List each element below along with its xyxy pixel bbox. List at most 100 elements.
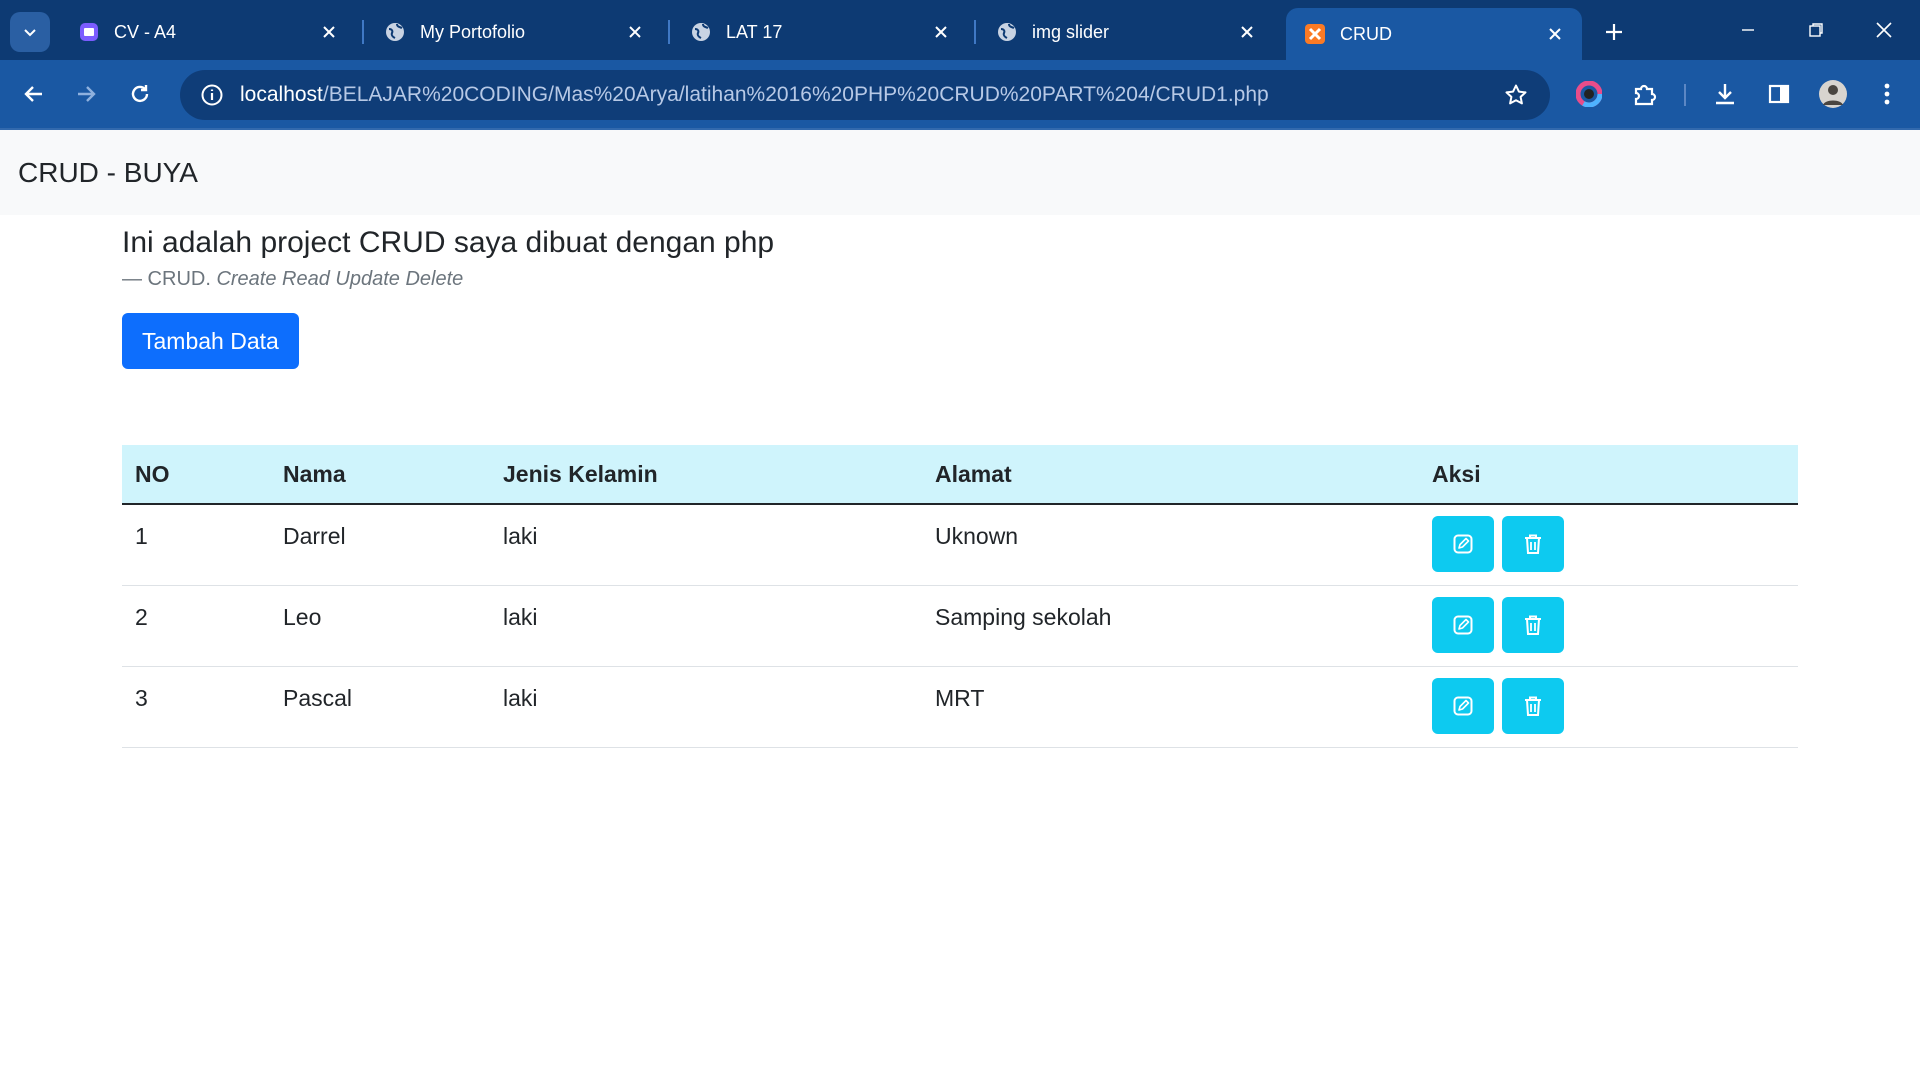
- table-row: 3 Pascal laki MRT: [122, 667, 1798, 748]
- tab-separator: [668, 20, 670, 44]
- tab-img-slider[interactable]: img slider: [978, 12, 1274, 52]
- puzzle-icon: [1634, 84, 1657, 106]
- side-panel-button[interactable]: [1759, 74, 1799, 114]
- tab-title: CRUD: [1340, 23, 1392, 44]
- add-data-button[interactable]: Tambah Data: [122, 313, 299, 369]
- forward-button[interactable]: [66, 74, 106, 114]
- plus-icon: [1606, 24, 1622, 40]
- bookmark-star-icon[interactable]: [1498, 77, 1534, 113]
- close-icon: [1876, 22, 1892, 38]
- restore-button[interactable]: [1786, 10, 1846, 50]
- main-container: Ini adalah project CRUD saya dibuat deng…: [122, 215, 1798, 748]
- data-table: NO Nama Jenis Kelamin Alamat Aksi 1 Darr…: [122, 445, 1798, 748]
- header-jenis-kelamin: Jenis Kelamin: [503, 460, 658, 487]
- delete-button[interactable]: [1502, 678, 1564, 734]
- close-icon[interactable]: [1234, 19, 1260, 45]
- tab-title: LAT 17: [726, 21, 783, 42]
- reload-button[interactable]: [120, 74, 160, 114]
- chevron-down-icon: [24, 29, 36, 37]
- header-nama: Nama: [283, 460, 346, 487]
- globe-icon: [996, 21, 1018, 43]
- minimize-icon: [1742, 29, 1754, 31]
- downloads-button[interactable]: [1705, 74, 1745, 114]
- cell-no: 1: [135, 523, 148, 549]
- cell-no: 3: [135, 685, 148, 711]
- cell-alamat: Uknown: [935, 523, 1019, 549]
- tab-cv[interactable]: CV - A4: [60, 12, 356, 52]
- footer-cite: Create Read Update Delete: [216, 268, 464, 290]
- cell-aksi: [1432, 586, 1798, 653]
- reload-icon: [131, 85, 149, 103]
- cell-jenis-kelamin: laki: [503, 523, 538, 549]
- cell-nama: Pascal: [283, 685, 353, 711]
- close-icon[interactable]: [928, 19, 954, 45]
- table-row: 2 Leo laki Samping sekolah: [122, 586, 1798, 667]
- cell-alamat: Samping sekolah: [935, 604, 1112, 630]
- page-heading: Ini adalah project CRUD saya dibuat deng…: [122, 226, 775, 259]
- cell-nama: Darrel: [283, 523, 346, 549]
- close-window-button[interactable]: [1854, 10, 1914, 50]
- cell-aksi: [1432, 667, 1798, 734]
- color-extension[interactable]: [1569, 74, 1609, 114]
- trash-icon: [1525, 696, 1541, 716]
- tab-title: My Portofolio: [420, 21, 526, 42]
- side-panel-icon: [1768, 84, 1790, 104]
- edit-icon: [1453, 534, 1473, 554]
- minimize-button[interactable]: [1718, 10, 1778, 50]
- close-icon[interactable]: [1542, 21, 1568, 47]
- table-row: 1 Darrel laki Uknown: [122, 505, 1798, 586]
- restore-icon: [1809, 23, 1823, 37]
- url-path: /BELAJAR%20CODING/Mas%20Arya/latihan%201…: [322, 83, 1269, 106]
- cell-jenis-kelamin: laki: [503, 604, 538, 630]
- site-info-icon[interactable]: [194, 77, 230, 113]
- tab-separator: [974, 20, 976, 44]
- arrow-left-icon: [24, 86, 42, 102]
- address-bar[interactable]: localhost/BELAJAR%20CODING/Mas%20Arya/la…: [180, 70, 1550, 120]
- edit-button[interactable]: [1432, 597, 1494, 653]
- tab-crud[interactable]: CRUD: [1286, 8, 1582, 60]
- close-icon[interactable]: [316, 19, 342, 45]
- edit-button[interactable]: [1432, 678, 1494, 734]
- table-header-row: NO Nama Jenis Kelamin Alamat Aksi: [122, 445, 1798, 505]
- new-tab-button[interactable]: [1596, 14, 1632, 50]
- tab-title: img slider: [1032, 21, 1110, 42]
- edit-button[interactable]: [1432, 516, 1494, 572]
- globe-icon: [384, 21, 406, 43]
- tab-title: CV - A4: [114, 21, 177, 42]
- tab-search-button[interactable]: [10, 12, 50, 52]
- tab-portfolio[interactable]: My Portofolio: [366, 12, 662, 52]
- extensions-button[interactable]: [1624, 74, 1664, 114]
- header-alamat: Alamat: [935, 460, 1012, 487]
- avatar-icon: [1819, 80, 1847, 108]
- trash-icon: [1525, 534, 1541, 554]
- tab-separator: [362, 20, 364, 44]
- blockquote-footer: — CRUD. Create Read Update Delete: [122, 268, 1798, 291]
- arrow-right-icon: [78, 86, 96, 102]
- cell-aksi: [1432, 505, 1798, 572]
- delete-button[interactable]: [1502, 597, 1564, 653]
- globe-icon: [690, 21, 712, 43]
- tab-lat17[interactable]: LAT 17: [672, 12, 968, 52]
- download-icon: [1716, 84, 1734, 105]
- kebab-menu-icon: [1884, 83, 1890, 105]
- menu-button[interactable]: [1867, 74, 1907, 114]
- navbar: CRUD - BUYA: [0, 130, 1920, 215]
- cv-app-icon: [78, 21, 100, 43]
- delete-button[interactable]: [1502, 516, 1564, 572]
- cell-nama: Leo: [283, 604, 322, 630]
- header-no: NO: [135, 460, 170, 487]
- cell-alamat: MRT: [935, 685, 985, 711]
- profile-avatar[interactable]: [1813, 74, 1853, 114]
- close-icon[interactable]: [622, 19, 648, 45]
- cell-jenis-kelamin: laki: [503, 685, 538, 711]
- navbar-brand[interactable]: CRUD - BUYA: [18, 157, 198, 189]
- toolbar-divider: [1684, 84, 1686, 106]
- header-aksi: Aksi: [1432, 460, 1481, 487]
- back-button[interactable]: [14, 74, 54, 114]
- xampp-icon: [1304, 23, 1326, 45]
- footer-prefix: — CRUD.: [122, 268, 211, 290]
- cell-no: 2: [135, 604, 148, 630]
- trash-icon: [1525, 615, 1541, 635]
- url-host: localhost: [240, 83, 323, 106]
- browser-tabstrip: CV - A4 My Portofolio LAT 17 img slider …: [0, 0, 1920, 60]
